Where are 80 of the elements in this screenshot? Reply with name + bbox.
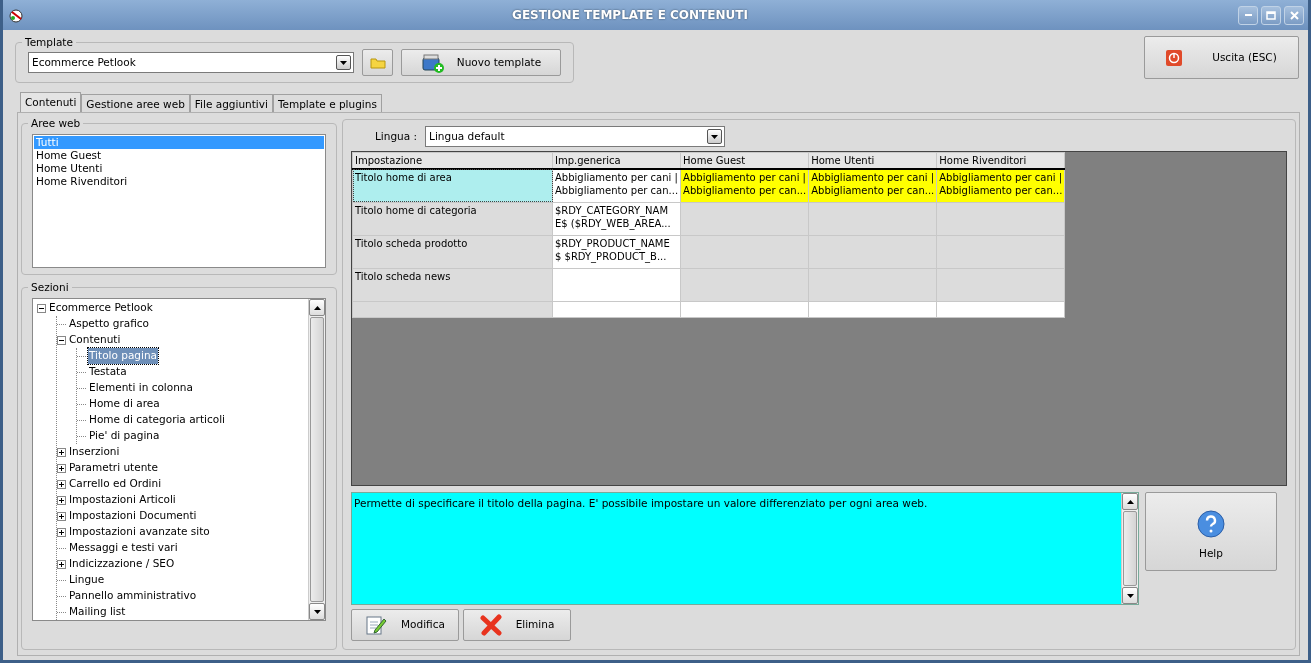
scroll-up-button[interactable] xyxy=(309,299,325,316)
scrollbar-thumb[interactable] xyxy=(310,317,324,602)
scroll-down-button[interactable] xyxy=(1122,587,1138,604)
tree-item[interactable]: Mailing list xyxy=(68,604,127,620)
tree-item[interactable]: Pie' di pagina xyxy=(88,428,161,444)
scroll-down-button[interactable] xyxy=(309,603,325,620)
combo-value: Lingua default xyxy=(429,128,505,144)
language-dropdown[interactable]: Lingua default xyxy=(425,126,726,147)
tree-item[interactable]: Indicizzazione / SEO xyxy=(68,556,176,572)
list-item[interactable]: Home Utenti xyxy=(34,162,324,175)
power-icon xyxy=(1166,49,1183,66)
tree-item[interactable]: Lingue xyxy=(68,572,106,588)
tab[interactable]: Contenuti xyxy=(20,92,82,112)
tree-item[interactable]: Contenuti xyxy=(68,332,122,348)
close-button[interactable] xyxy=(1284,5,1304,25)
field-label: Lingua : xyxy=(375,128,418,144)
tree-item[interactable]: Inserzioni xyxy=(68,444,121,460)
notepad-pencil-icon xyxy=(365,614,388,636)
tree-item[interactable]: Home di categoria articoli xyxy=(88,412,226,428)
column-header[interactable]: Imp.generica xyxy=(552,152,681,169)
list-item[interactable]: Home Rivenditori xyxy=(34,175,324,188)
tree-item[interactable]: Impostazioni Documenti xyxy=(68,508,198,524)
tab[interactable]: Gestione aree web xyxy=(81,94,190,112)
maximize-icon xyxy=(1266,10,1276,20)
edit-button[interactable]: Modifica xyxy=(351,609,459,641)
help-icon xyxy=(1197,509,1225,538)
scrollbar-thumb[interactable] xyxy=(1123,511,1137,586)
app-logo-icon xyxy=(7,7,25,23)
tree-item[interactable]: Pannello amministrativo xyxy=(68,588,198,604)
table-cell: Abbigliamento per cani | Abbigliamento per can... xyxy=(936,169,1065,202)
close-icon xyxy=(1289,10,1299,20)
tab[interactable]: File aggiuntivi xyxy=(189,94,273,112)
delete-button[interactable]: Elimina xyxy=(463,609,571,641)
down-arrow-icon xyxy=(313,609,321,614)
box-plus-icon xyxy=(420,52,445,73)
table-cell: Titolo home di area xyxy=(352,169,553,202)
list-item[interactable]: Home Guest xyxy=(34,149,324,162)
description-text: Permette di specificare il titolo della pagina. E' possibile impostare un valore differenziato per ogni area web. xyxy=(353,496,929,511)
scroll-up-button[interactable] xyxy=(1122,493,1138,510)
tree-item[interactable]: Aspetto grafico xyxy=(68,316,150,332)
column-header[interactable]: Home Rivenditori xyxy=(936,152,1065,169)
down-arrow-icon xyxy=(340,60,347,65)
table-cell: $RDY_CATEGORY_NAM E$ ($RDY_WEB_AREA... xyxy=(552,202,681,235)
combo-value: Ecommerce Petlook xyxy=(32,54,136,70)
minimize-icon xyxy=(1244,14,1252,16)
tree-item[interactable]: Elementi in colonna xyxy=(88,380,194,396)
tree-item[interactable]: Impostazioni avanzate sito xyxy=(68,524,211,540)
folder-icon xyxy=(369,56,386,69)
table-cell: Titolo scheda prodotto xyxy=(352,235,553,268)
up-arrow-icon xyxy=(1126,499,1134,504)
tree-item[interactable]: Carrello ed Ordini xyxy=(68,476,163,492)
column-header[interactable]: Home Guest xyxy=(680,152,809,169)
table-cell: $RDY_PRODUCT_NAME $ $RDY_PRODUCT_B... xyxy=(552,235,681,268)
new-template-button[interactable]: Nuovo template xyxy=(401,49,561,76)
table-cell: Abbigliamento per cani | Abbigliamento per can... xyxy=(808,169,937,202)
open-folder-button[interactable] xyxy=(362,49,393,76)
column-header[interactable]: Impostazione xyxy=(352,152,553,169)
template-dropdown[interactable]: Ecommerce Petlook xyxy=(28,52,354,73)
table-cell: Titolo scheda news xyxy=(352,268,553,301)
tree-item[interactable]: Ecommerce Petlook xyxy=(48,300,154,316)
tab[interactable]: Template e plugins xyxy=(272,94,382,112)
tree-item[interactable]: Impostazioni Articoli xyxy=(68,492,177,508)
maximize-button[interactable] xyxy=(1261,5,1281,25)
table-cell: Abbigliamento per cani | Abbigliamento per can... xyxy=(552,169,681,202)
window-title: GESTIONE TEMPLATE E CONTENUTI xyxy=(511,7,749,24)
tree-item[interactable]: Messaggi e testi vari xyxy=(68,540,179,556)
table-cell: Titolo home di categoria xyxy=(352,202,553,235)
tree-item[interactable]: Testata xyxy=(88,364,128,380)
down-arrow-icon xyxy=(711,134,719,139)
down-arrow-icon xyxy=(1126,593,1134,598)
tree-item[interactable]: Home di area xyxy=(88,396,161,412)
minimize-button[interactable] xyxy=(1238,5,1258,25)
exit-button[interactable]: Uscita (ESC) xyxy=(1144,36,1299,79)
x-mark-icon xyxy=(479,614,502,636)
tree-item[interactable]: Parametri utente xyxy=(68,460,159,476)
column-header[interactable]: Home Utenti xyxy=(808,152,937,169)
up-arrow-icon xyxy=(313,305,321,310)
help-button[interactable]: Help xyxy=(1145,492,1277,571)
group-label: Template xyxy=(22,35,76,51)
table-cell: Abbigliamento per cani | Abbigliamento per can... xyxy=(680,169,809,202)
